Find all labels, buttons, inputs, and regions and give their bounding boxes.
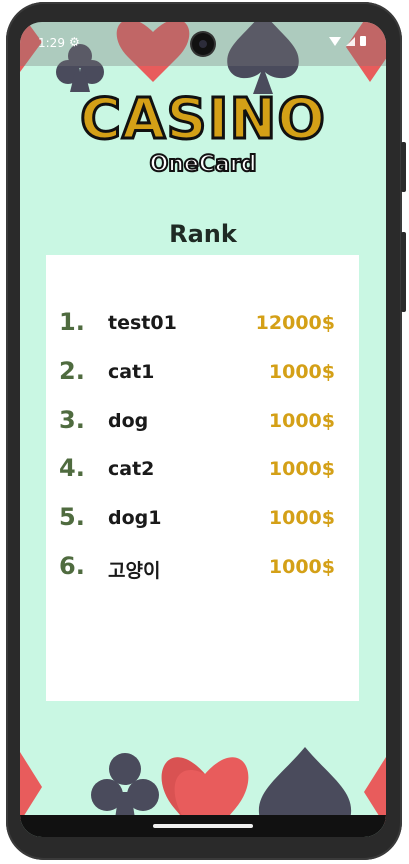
status-bar: 1:29 ⚙ [20,22,386,66]
app-screen: 1:29 ⚙ CASINO OneCard Rank 1. test01 120… [20,22,386,837]
player-money: 12000$ [255,312,335,334]
rank-number: 3. [59,406,85,434]
rank-row: 5. dog1 1000$ [46,503,359,533]
player-money: 1000$ [268,410,335,432]
rank-number: 5. [59,503,85,531]
diamond-icon [20,752,42,822]
rank-number: 4. [59,454,85,482]
power-button [401,142,406,192]
home-gesture-handle[interactable] [153,824,253,828]
player-name: dog [108,410,149,432]
rank-row: 3. dog 1000$ [46,406,359,436]
player-name: dog1 [108,507,162,529]
status-time: 1:29 [38,36,65,50]
volume-button [401,232,406,312]
player-money: 1000$ [268,556,335,578]
rank-title: Rank [169,220,237,248]
status-icons [329,36,366,46]
front-camera [192,33,214,55]
player-name: cat2 [108,458,155,480]
rank-row: 2. cat1 1000$ [46,357,359,387]
rank-number: 6. [59,552,85,580]
logo-subtitle: OneCard [149,151,258,178]
rank-number: 1. [59,308,85,336]
logo-title: CASINO [78,87,327,152]
signal-icon [346,36,355,46]
navigation-bar [20,815,386,837]
player-name: 고양이 [108,560,161,582]
player-name: test01 [108,312,177,334]
player-name: cat1 [108,361,155,383]
rank-list: 1. test01 12000$ 2. cat1 1000$ 3. dog 10… [46,255,359,701]
rank-row: 6. 고양이 1000$ [46,552,359,582]
rank-row: 4. cat2 1000$ [46,454,359,484]
casino-logo: CASINO OneCard [20,87,386,178]
player-money: 1000$ [268,507,335,529]
gear-icon: ⚙ [69,35,80,49]
wifi-icon [329,36,341,46]
battery-icon [360,36,366,46]
rank-number: 2. [59,357,85,385]
player-money: 1000$ [268,458,335,480]
rank-row: 1. test01 12000$ [46,308,359,338]
player-money: 1000$ [268,361,335,383]
